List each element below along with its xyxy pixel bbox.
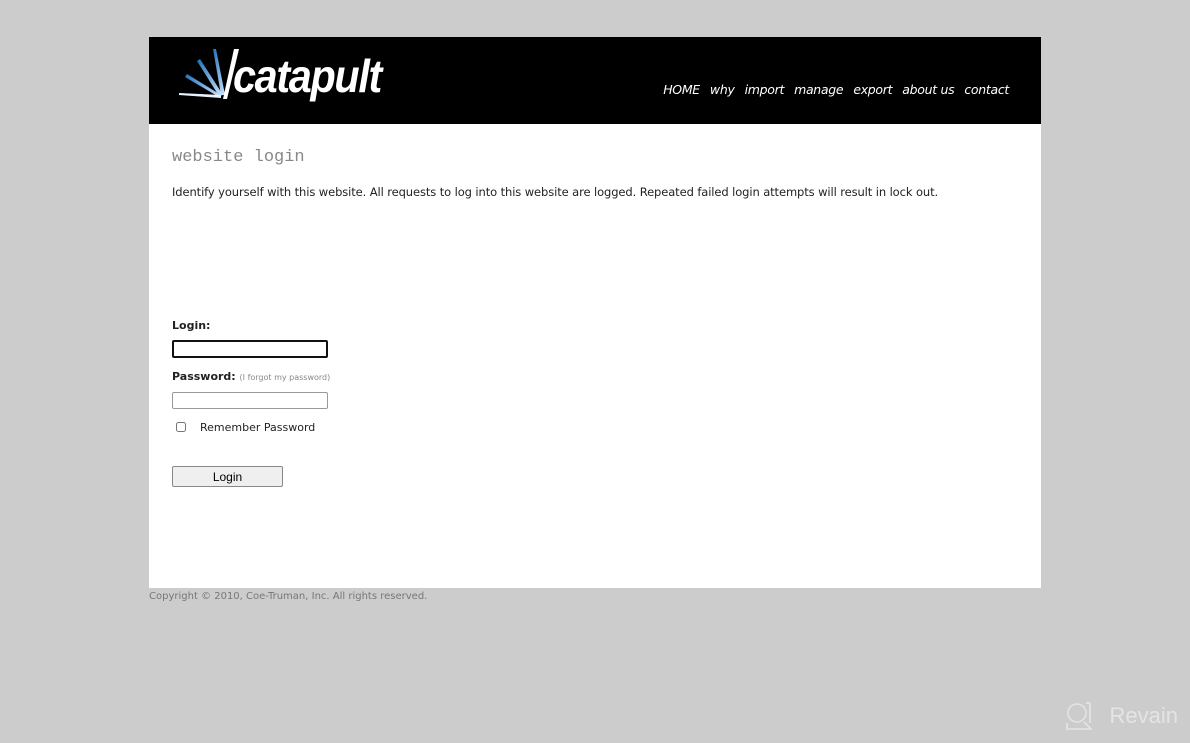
watermark-text: Revain bbox=[1109, 703, 1178, 728]
catapult-logo[interactable]: catapult bbox=[179, 45, 382, 115]
login-button[interactable]: Login bbox=[172, 466, 283, 487]
nav-home[interactable]: HOME bbox=[663, 82, 700, 97]
logo-text: catapult bbox=[233, 50, 382, 102]
main-nav: HOME why import manage export about us c… bbox=[663, 82, 1009, 97]
login-input[interactable] bbox=[172, 340, 328, 358]
nav-contact[interactable]: contact bbox=[964, 82, 1009, 97]
main-content: website login Identify yourself with thi… bbox=[149, 124, 1041, 588]
nav-manage[interactable]: manage bbox=[794, 82, 844, 97]
nav-import[interactable]: import bbox=[745, 82, 785, 97]
intro-text: Identify yourself with this website. All… bbox=[172, 185, 939, 199]
password-label-row: Password: (I forgot my password) bbox=[172, 370, 330, 383]
remember-password-checkbox[interactable] bbox=[176, 422, 186, 432]
password-label: Password: bbox=[172, 370, 236, 383]
revain-watermark: Revain bbox=[1064, 701, 1178, 731]
password-input[interactable] bbox=[172, 392, 328, 409]
site-header: catapult HOME why import manage export a… bbox=[149, 37, 1041, 124]
forgot-password-link[interactable]: (I forgot my password) bbox=[240, 373, 331, 382]
nav-export[interactable]: export bbox=[853, 82, 892, 97]
login-label: Login: bbox=[172, 319, 211, 332]
page-container: catapult HOME why import manage export a… bbox=[149, 37, 1041, 602]
copyright-text: Copyright © 2010, Coe-Truman, Inc. All r… bbox=[149, 591, 428, 602]
nav-why[interactable]: why bbox=[710, 82, 735, 97]
nav-about-us[interactable]: about us bbox=[902, 82, 954, 97]
remember-password-label[interactable]: Remember Password bbox=[200, 421, 315, 434]
page-title: website login bbox=[172, 148, 305, 167]
revain-logo-icon bbox=[1065, 702, 1093, 730]
